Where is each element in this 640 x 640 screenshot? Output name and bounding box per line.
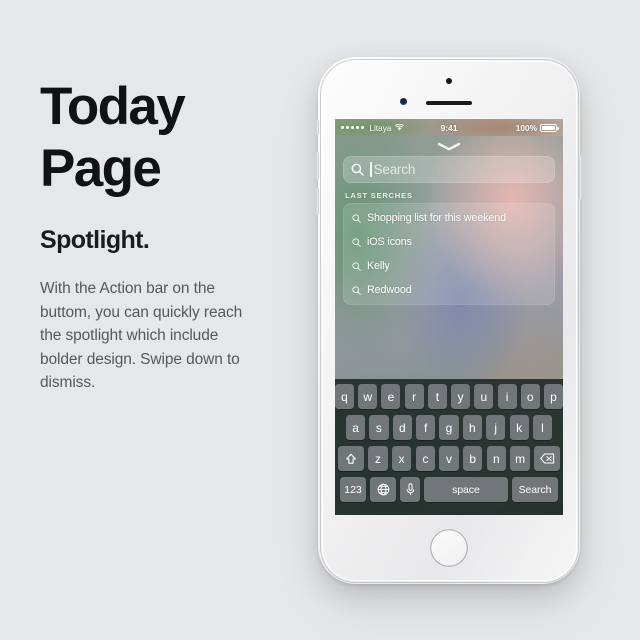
search-submit-key[interactable]: Search [512,477,558,502]
key-u[interactable]: u [474,384,494,409]
key-b[interactable]: b [462,446,483,471]
dictation-key[interactable] [400,477,420,502]
microphone-icon [406,483,415,496]
shift-key[interactable] [338,446,364,471]
last-searches-list: Shopping list for this weekend iOS icons [343,203,555,305]
search-icon [352,261,361,271]
numbers-key[interactable]: 123 [340,477,366,502]
backspace-delete-icon [539,453,555,464]
key-d[interactable]: d [392,415,412,440]
proximity-sensor-icon [400,98,407,105]
page-title: Today Page [40,76,290,200]
battery-icon [540,123,559,132]
key-t[interactable]: t [427,384,447,409]
silent-switch-button[interactable] [316,120,319,135]
shift-arrow-icon [345,453,357,465]
key-c[interactable]: c [415,446,436,471]
keyboard-row-3: z x c v b n m [335,446,563,471]
key-h[interactable]: h [462,415,482,440]
key-y[interactable]: y [451,384,471,409]
list-item[interactable]: Kelly [343,254,555,278]
earpiece-speaker-icon [426,101,472,105]
list-item[interactable]: Redwood [343,278,555,302]
key-o[interactable]: o [520,384,540,409]
backspace-key[interactable] [534,446,560,471]
search-icon [351,163,364,176]
search-icon [352,285,361,295]
phone-screen: Litaya 9:41 100% Search LAST SERCHES Sho… [335,119,563,515]
last-searches-label: LAST SERCHES [345,191,413,200]
search-icon [352,213,361,223]
globe-language-icon [377,483,390,496]
key-k[interactable]: k [509,415,529,440]
page-title-line-1: Today [40,77,186,136]
key-r[interactable]: r [404,384,424,409]
status-bar-clock: 9:41 [440,122,458,133]
search-input[interactable]: Search [343,156,555,183]
description-paragraph: With the Action bar on the buttom, you c… [40,280,243,391]
key-j[interactable]: j [486,415,506,440]
key-i[interactable]: i [497,384,517,409]
list-item-label: Kelly [367,260,390,272]
front-camera-icon [446,78,452,84]
list-item[interactable]: iOS icons [343,230,555,254]
key-s[interactable]: s [369,415,389,440]
keyboard-row-4: 123 space Search [335,477,563,502]
volume-up-button[interactable] [316,152,319,179]
text-cursor [370,162,372,177]
list-item-label: Shopping list for this weekend [367,212,506,224]
key-v[interactable]: v [439,446,459,471]
page-title-line-2: Page [40,139,162,198]
key-g[interactable]: g [439,415,459,440]
onscreen-keyboard: q w e r t y u i o p a s d f g h j k l z … [335,379,563,515]
status-bar: Litaya 9:41 100% [335,119,563,136]
key-e[interactable]: e [381,384,401,409]
key-w[interactable]: w [358,384,378,409]
keyboard-row-1: q w e r t y u i o p [335,384,563,409]
keyboard-row-2: a s d f g h j k l [335,415,563,440]
iphone-device-mockup: Litaya 9:41 100% Search LAST SERCHES Sho… [316,57,582,584]
section-subtitle: Spotlight. [40,226,150,254]
key-a[interactable]: a [345,415,366,440]
key-x[interactable]: x [391,446,412,471]
key-f[interactable]: f [416,415,436,440]
search-icon [352,237,361,247]
key-m[interactable]: m [510,446,530,471]
list-item[interactable]: Shopping list for this weekend [343,206,555,230]
key-n[interactable]: n [486,446,507,471]
chevron-down-icon[interactable] [437,142,461,151]
key-l[interactable]: l [532,415,553,440]
key-p[interactable]: p [543,384,563,409]
list-item-label: iOS icons [367,236,412,248]
key-z[interactable]: z [368,446,388,471]
volume-down-button[interactable] [316,188,319,215]
intro-text-panel: Today Page Spotlight. With the Action ba… [40,76,290,395]
space-key[interactable]: space [424,477,508,502]
search-placeholder: Search [373,162,416,177]
key-q[interactable]: q [335,384,355,409]
globe-key[interactable] [370,477,397,502]
power-button[interactable] [579,155,582,199]
home-button[interactable] [430,529,468,567]
list-item-label: Redwood [367,284,412,296]
